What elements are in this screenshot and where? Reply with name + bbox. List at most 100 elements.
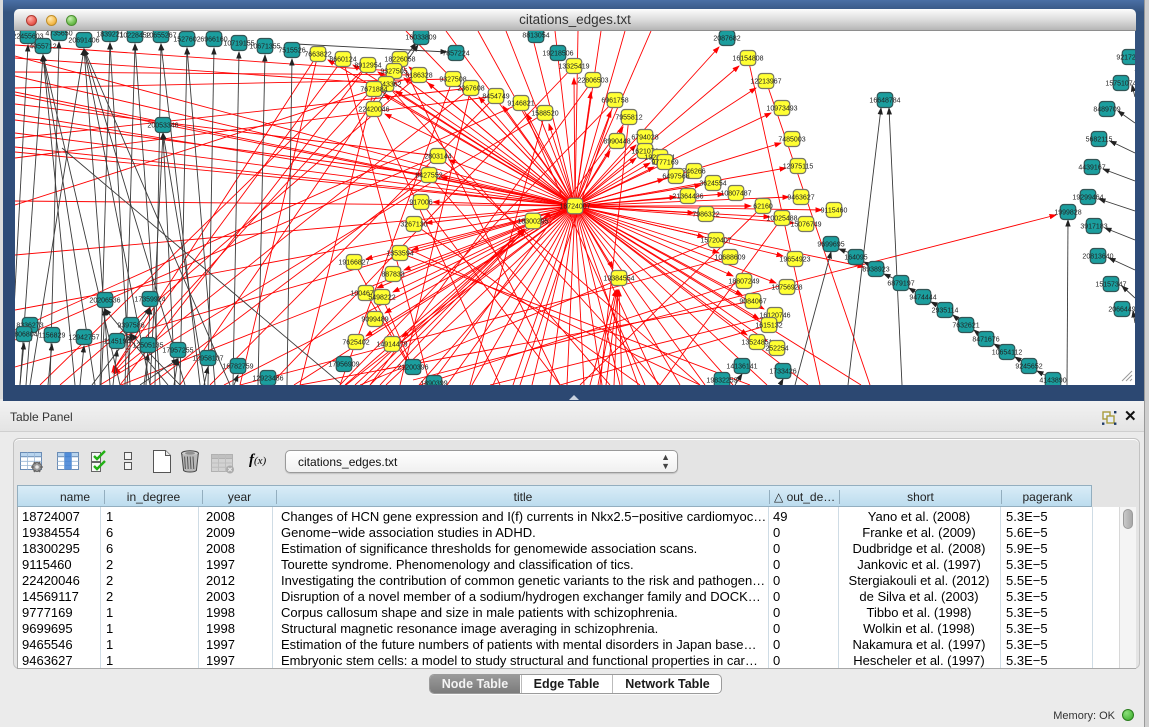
svg-text:9777169: 9777169 — [651, 159, 678, 166]
svg-text:3917183: 3917183 — [1080, 223, 1107, 230]
svg-text:9099489: 9099489 — [361, 316, 388, 323]
svg-text:3267130: 3267130 — [400, 221, 427, 228]
svg-text:1999828: 1999828 — [1054, 209, 1081, 216]
svg-text:14914479: 14914479 — [376, 341, 407, 348]
svg-text:7986322: 7986322 — [692, 211, 719, 218]
svg-text:1615132: 1615132 — [755, 322, 782, 329]
svg-text:4055712: 4055712 — [29, 43, 56, 50]
svg-text:12942757: 12942757 — [68, 334, 99, 341]
svg-text:8660124: 8660124 — [329, 56, 356, 63]
svg-text:8912954: 8912954 — [354, 62, 381, 69]
svg-text:15076749: 15076749 — [790, 221, 821, 228]
svg-text:7857224: 7857224 — [442, 50, 469, 57]
svg-text:20053346: 20053346 — [147, 122, 178, 129]
svg-text:2066449: 2066449 — [1108, 306, 1135, 313]
svg-text:16782759: 16782759 — [222, 363, 253, 370]
svg-text:10671355: 10671355 — [249, 43, 280, 50]
svg-text:19218506: 19218506 — [542, 50, 573, 57]
svg-text:9463627: 9463627 — [787, 194, 814, 201]
svg-text:2935114: 2935114 — [932, 307, 959, 314]
svg-text:8813054: 8813054 — [522, 32, 549, 39]
svg-text:3624554: 3624554 — [699, 180, 726, 187]
svg-text:14136141: 14136141 — [726, 363, 757, 370]
svg-text:18807249: 18807249 — [728, 278, 759, 285]
svg-text:10807487: 10807487 — [720, 190, 751, 197]
svg-text:9474444: 9474444 — [909, 294, 936, 301]
svg-text:1156829: 1156829 — [39, 332, 66, 339]
svg-text:10655267: 10655267 — [145, 32, 176, 39]
svg-text:18724007: 18724007 — [559, 203, 590, 210]
svg-text:10654112: 10654112 — [992, 349, 1023, 356]
svg-text:17359924: 17359924 — [134, 296, 165, 303]
svg-text:19654923: 19654923 — [779, 256, 810, 263]
svg-text:15751074: 15751074 — [1105, 80, 1135, 87]
svg-text:15157347: 15157347 — [1095, 281, 1126, 288]
svg-text:4439167: 4439167 — [1078, 164, 1105, 171]
svg-text:19166827: 19166827 — [338, 259, 369, 266]
svg-text:8471676: 8471676 — [972, 336, 999, 343]
svg-text:8454749: 8454749 — [482, 93, 509, 100]
svg-text:1733426: 1733426 — [769, 368, 796, 375]
svg-text:20691406: 20691406 — [68, 37, 99, 44]
svg-text:22420046: 22420046 — [358, 106, 389, 113]
svg-text:8938923: 8938923 — [862, 266, 889, 273]
svg-text:5682115: 5682115 — [1086, 136, 1113, 143]
svg-text:8990448: 8990448 — [603, 138, 630, 145]
svg-text:164095: 164095 — [844, 254, 867, 261]
svg-text:16033809: 16033809 — [405, 34, 436, 41]
svg-text:6497568: 6497568 — [662, 173, 689, 180]
svg-text:12213967: 12213967 — [750, 78, 781, 85]
svg-text:7625402: 7625402 — [342, 339, 369, 346]
svg-text:13325419: 13325419 — [558, 63, 589, 70]
svg-text:9146821: 9146821 — [507, 100, 534, 107]
svg-text:18300295: 18300295 — [517, 218, 548, 225]
svg-text:19384554: 19384554 — [603, 275, 634, 282]
svg-text:1527602: 1527602 — [173, 36, 200, 43]
svg-text:9217207: 9217207 — [1116, 54, 1135, 61]
svg-text:21200396: 21200396 — [397, 364, 428, 371]
svg-text:15720407: 15720407 — [700, 237, 731, 244]
svg-text:20206536: 20206536 — [89, 297, 120, 304]
svg-text:16648784: 16648784 — [869, 97, 900, 104]
svg-text:887833: 887833 — [381, 271, 404, 278]
svg-text:9327508: 9327508 — [439, 76, 466, 83]
svg-text:1353594: 1353594 — [386, 250, 413, 257]
svg-text:10756928: 10756928 — [771, 284, 802, 291]
svg-text:7632621: 7632621 — [952, 322, 979, 329]
svg-text:9245652: 9245652 — [1015, 363, 1042, 370]
svg-text:7955812: 7955812 — [615, 114, 642, 121]
svg-text:4143890: 4143890 — [1039, 377, 1066, 384]
svg-text:17957255: 17957255 — [162, 347, 193, 354]
svg-text:2803144: 2803144 — [424, 153, 451, 160]
svg-text:2367608: 2367608 — [457, 85, 484, 92]
svg-text:10688609: 10688609 — [714, 254, 745, 261]
svg-text:7671884: 7671884 — [360, 86, 387, 93]
svg-text:6961758: 6961758 — [601, 97, 628, 104]
svg-text:7485003: 7485003 — [778, 136, 805, 143]
svg-text:16154808: 16154808 — [732, 55, 763, 62]
svg-text:8806804: 8806804 — [15, 331, 38, 338]
svg-text:2087682: 2087682 — [713, 35, 740, 42]
svg-text:21364436: 21364436 — [672, 193, 703, 200]
svg-text:8489709: 8489709 — [1093, 106, 1120, 113]
svg-text:19832259: 19832259 — [706, 377, 737, 384]
svg-text:6794028: 6794028 — [631, 134, 658, 141]
svg-text:12923486: 12923486 — [252, 375, 283, 382]
svg-text:22806503: 22806503 — [577, 77, 608, 84]
svg-text:1588520: 1588520 — [531, 110, 558, 117]
svg-text:17956909: 17956909 — [328, 361, 359, 368]
svg-text:7663822: 7663822 — [304, 51, 331, 58]
svg-text:7515526: 7515526 — [278, 47, 305, 54]
svg-text:62160: 62160 — [753, 203, 773, 210]
svg-text:9327505: 9327505 — [380, 68, 407, 75]
svg-text:9084067: 9084067 — [739, 298, 766, 305]
svg-text:1145194: 1145194 — [104, 338, 131, 345]
svg-text:18226058: 18226058 — [384, 56, 415, 63]
svg-text:917006: 917006 — [409, 199, 432, 206]
svg-text:5498222: 5498222 — [368, 294, 395, 301]
svg-text:8427552: 8427552 — [415, 172, 442, 179]
svg-text:252254: 252254 — [765, 345, 788, 352]
svg-text:9699695: 9699695 — [817, 241, 844, 248]
svg-text:20813640: 20813640 — [1082, 253, 1113, 260]
svg-text:8186328: 8186328 — [405, 72, 432, 79]
